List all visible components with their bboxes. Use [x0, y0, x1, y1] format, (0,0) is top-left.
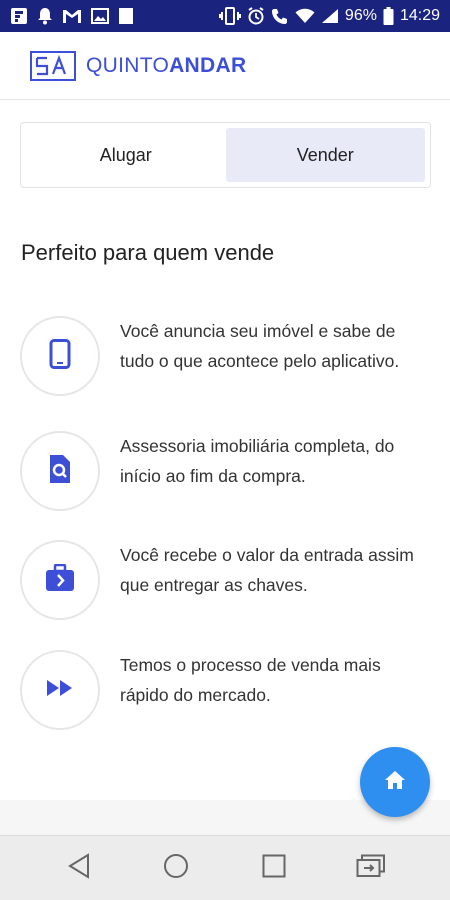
feature-icon-circle	[20, 540, 100, 620]
logo-mark	[30, 50, 76, 81]
status-bar-right: 96% 14:29	[218, 7, 440, 25]
square-icon	[118, 7, 134, 25]
document-search-icon	[48, 454, 72, 489]
battery-percent: 96%	[344, 7, 377, 24]
logo-text-light: QUINTO	[86, 53, 170, 77]
briefcase-arrow-icon	[45, 563, 75, 597]
signal-icon	[321, 8, 339, 24]
home-fab-button[interactable]	[360, 747, 430, 817]
list-item: Temos o processo de venda mais rápido do…	[20, 650, 430, 740]
home-icon	[384, 770, 406, 795]
wifi-call-icon	[271, 7, 289, 25]
status-bar-left-icons	[10, 7, 134, 25]
feature-text: Você anuncia seu imóvel e sabe de tudo o…	[120, 321, 400, 371]
system-nav-bar	[0, 835, 450, 900]
feature-text: Você recebe o valor da entrada assim que…	[120, 545, 414, 595]
app-screen: 96% 14:29 QUINTOANDAR Alugar Vender Perf…	[0, 0, 450, 900]
nav-switch-app-button[interactable]	[346, 843, 396, 893]
wifi-icon	[295, 8, 315, 24]
switch-apps-icon	[356, 854, 386, 883]
logo-text-bold: ANDAR	[169, 53, 247, 77]
feature-text: Temos o processo de venda mais rápido do…	[120, 655, 381, 705]
gmail-icon	[62, 8, 82, 24]
logo-wordmark: QUINTOANDAR	[86, 54, 246, 78]
alarm-icon	[247, 7, 265, 25]
list-item: Você recebe o valor da entrada assim que…	[20, 540, 430, 630]
feature-text: Assessoria imobiliária completa, do iníc…	[120, 436, 395, 486]
notification-bell-icon	[37, 7, 53, 25]
list-item: Assessoria imobiliária completa, do iníc…	[20, 431, 430, 521]
recents-square-icon	[262, 854, 286, 883]
status-bar: 96% 14:29	[0, 0, 450, 32]
home-circle-icon	[163, 853, 189, 884]
quintoandar-logo[interactable]: QUINTOANDAR	[30, 50, 246, 81]
status-time: 14:29	[399, 7, 440, 24]
tab-alugar[interactable]: Alugar	[26, 128, 226, 182]
battery-icon	[383, 7, 394, 25]
feature-icon-circle	[20, 316, 100, 396]
feature-icon-circle	[20, 431, 100, 511]
rent-sell-toggle: Alugar Vender	[20, 122, 431, 188]
list-item: Você anuncia seu imóvel e sabe de tudo o…	[20, 316, 430, 406]
nav-recents-button[interactable]	[249, 843, 299, 893]
fast-forward-icon	[46, 679, 74, 702]
back-triangle-icon	[67, 852, 91, 884]
nav-back-button[interactable]	[54, 843, 104, 893]
vibrate-icon	[218, 7, 241, 25]
feature-icon-circle	[20, 650, 100, 730]
section-title: Perfeito para quem vende	[21, 240, 275, 265]
app-header: QUINTOANDAR	[0, 32, 450, 100]
image-icon	[91, 8, 109, 24]
flipboard-icon	[10, 7, 28, 25]
tab-vender[interactable]: Vender	[225, 128, 425, 182]
nav-home-button[interactable]	[151, 843, 201, 893]
smartphone-icon	[49, 338, 71, 374]
